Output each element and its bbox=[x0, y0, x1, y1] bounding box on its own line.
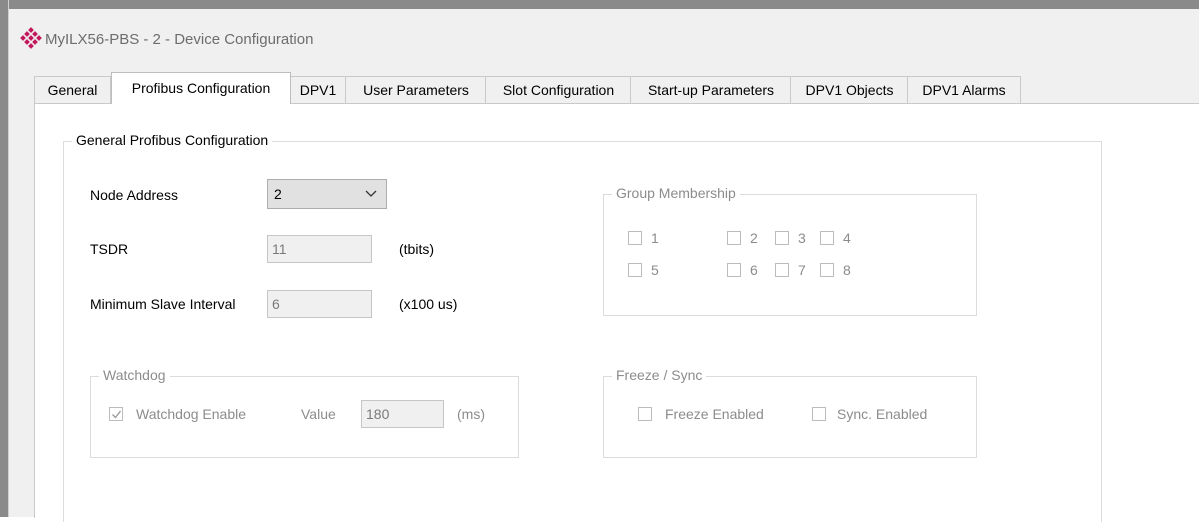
chevron-down-icon bbox=[365, 190, 377, 197]
minimum-slave-interval-unit: (x100 us) bbox=[399, 296, 458, 312]
group-1-checkbox[interactable] bbox=[628, 231, 642, 245]
tab-dpv1-alarms[interactable]: DPV1 Alarms bbox=[907, 76, 1021, 103]
tab-user-parameters[interactable]: User Parameters bbox=[345, 76, 487, 103]
freeze-sync-title: Freeze / Sync bbox=[612, 367, 707, 383]
device-configuration-window: MyILX56-PBS - 2 - Device Configuration G… bbox=[0, 0, 1199, 522]
group-6-label: 6 bbox=[750, 262, 758, 278]
group-3-label: 3 bbox=[798, 230, 806, 246]
group-membership-group: Group Membership bbox=[603, 185, 977, 316]
watchdog-value-input[interactable]: 180 bbox=[361, 400, 444, 428]
watchdog-title: Watchdog bbox=[99, 367, 170, 383]
window-frame-edge bbox=[8, 0, 9, 517]
general-group-title: General Profibus Configuration bbox=[72, 132, 273, 148]
tsdr-unit: (tbits) bbox=[399, 241, 434, 257]
group-1-label: 1 bbox=[651, 230, 659, 246]
window-frame-left bbox=[0, 0, 8, 517]
group-8-label: 8 bbox=[843, 262, 851, 278]
tab-slot-configuration[interactable]: Slot Configuration bbox=[485, 76, 632, 103]
tab-dpv1-objects[interactable]: DPV1 Objects bbox=[790, 76, 909, 103]
node-address-label: Node Address bbox=[90, 187, 178, 203]
tab-start-up-parameters[interactable]: Start-up Parameters bbox=[630, 76, 792, 103]
watchdog-unit: (ms) bbox=[457, 406, 485, 422]
tab-profibus-configuration[interactable]: Profibus Configuration bbox=[111, 72, 291, 104]
freeze-enabled-label: Freeze Enabled bbox=[665, 406, 764, 422]
group-5-label: 5 bbox=[651, 262, 659, 278]
tsdr-input[interactable]: 11 bbox=[267, 235, 372, 263]
group-3-checkbox[interactable] bbox=[775, 231, 789, 245]
group-7-label: 7 bbox=[798, 262, 806, 278]
window-title: MyILX56-PBS - 2 - Device Configuration bbox=[45, 31, 314, 48]
minimum-slave-interval-input[interactable]: 6 bbox=[267, 290, 372, 318]
group-2-label: 2 bbox=[750, 230, 758, 246]
profibus-configuration-panel: General Profibus Configuration Node Addr… bbox=[34, 103, 1199, 522]
watchdog-enable-checkbox[interactable] bbox=[109, 407, 123, 421]
group-4-checkbox[interactable] bbox=[820, 231, 834, 245]
window-frame-top bbox=[0, 0, 1199, 9]
tab-general[interactable]: General bbox=[34, 76, 111, 103]
checkmark-icon bbox=[112, 410, 122, 419]
group-2-checkbox[interactable] bbox=[727, 231, 741, 245]
group-7-checkbox[interactable] bbox=[775, 263, 789, 277]
sync-enabled-label: Sync. Enabled bbox=[837, 406, 928, 422]
group-8-checkbox[interactable] bbox=[820, 263, 834, 277]
group-5-checkbox[interactable] bbox=[628, 263, 642, 277]
sync-enabled-checkbox[interactable] bbox=[812, 407, 826, 421]
node-address-dropdown[interactable]: 2 bbox=[267, 179, 387, 209]
watchdog-value-label: Value bbox=[301, 406, 336, 422]
prosoft-logo-icon bbox=[20, 27, 42, 49]
tab-dpv1[interactable]: DPV1 bbox=[289, 76, 347, 103]
node-address-value: 2 bbox=[274, 186, 282, 202]
tsdr-label: TSDR bbox=[90, 241, 129, 257]
group-6-checkbox[interactable] bbox=[727, 263, 741, 277]
watchdog-enable-label: Watchdog Enable bbox=[136, 406, 246, 422]
group-membership-title: Group Membership bbox=[612, 185, 740, 201]
freeze-enabled-checkbox[interactable] bbox=[638, 407, 652, 421]
minimum-slave-interval-label: Minimum Slave Interval bbox=[90, 296, 236, 312]
group-4-label: 4 bbox=[843, 230, 851, 246]
